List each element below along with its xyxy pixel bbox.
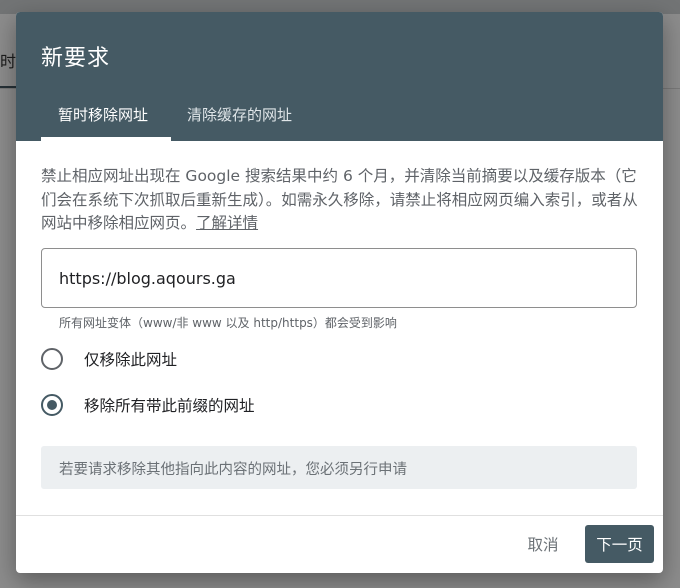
dialog-header: 新要求 暂时移除网址 清除缓存的网址 [16,12,663,141]
footer-divider [16,515,663,516]
new-request-dialog: 新要求 暂时移除网址 清除缓存的网址 禁止相应网址出现在 Google 搜索结果… [16,12,663,573]
option-label: 仅移除此网址 [84,351,178,369]
radio-checked-icon[interactable] [41,394,63,416]
url-helper-text: 所有网址变体（www/非 www 以及 http/https）都会受到影响 [59,316,397,330]
option-label: 移除所有带此前缀的网址 [84,397,255,415]
learn-more-link[interactable]: 了解详情 [196,214,258,232]
notice-banner: 若要请求移除其他指向此内容的网址，您必须另行申请 [41,446,637,489]
option-remove-this-url[interactable]: 仅移除此网址 [41,348,177,370]
dialog-title: 新要求 [41,46,111,71]
next-button[interactable]: 下一页 [585,525,654,563]
tab-temporary-remove[interactable]: 暂时移除网址 [58,104,148,125]
url-input[interactable] [41,248,637,308]
description-text: 禁止相应网址出现在 Google 搜索结果中约 6 个月，并清除当前摘要以及缓存… [41,165,641,236]
tab-clear-cached[interactable]: 清除缓存的网址 [187,104,292,125]
description-body: 禁止相应网址出现在 Google 搜索结果中约 6 个月，并清除当前摘要以及缓存… [41,167,638,232]
active-tab-indicator [41,137,171,141]
radio-unchecked-icon[interactable] [41,348,63,370]
option-remove-prefix-urls[interactable]: 移除所有带此前缀的网址 [41,394,255,416]
cancel-button[interactable]: 取消 [512,526,574,562]
